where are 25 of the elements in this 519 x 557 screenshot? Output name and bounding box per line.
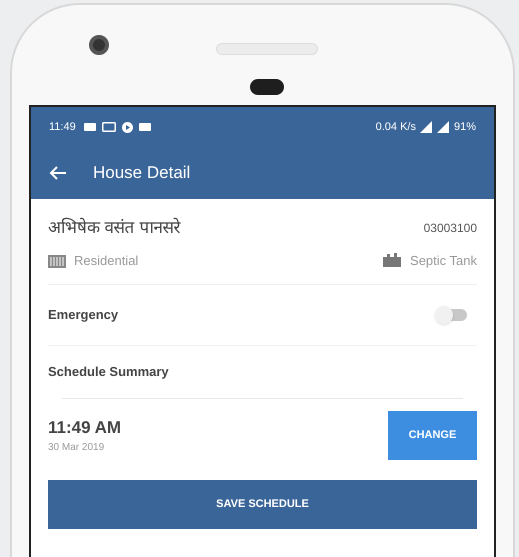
save-schedule-button[interactable]: SAVE SCHEDULE xyxy=(48,480,477,528)
camera-icon xyxy=(89,35,109,55)
schedule-time: 11:49 AM xyxy=(48,416,122,439)
signal-icon xyxy=(436,121,449,133)
schedule-date: 30 Mar 2019 xyxy=(48,441,106,456)
battery-level: 91% xyxy=(454,120,476,135)
notification-icon xyxy=(84,123,96,131)
sanitation-type: Septic Tank xyxy=(410,252,477,270)
house-type: Residential xyxy=(74,252,138,270)
schedule-heading: Schedule Summary xyxy=(48,364,169,378)
play-icon xyxy=(122,122,133,132)
tank-icon xyxy=(382,253,402,268)
sensor-icon xyxy=(250,79,284,95)
status-time: 11:49 xyxy=(49,120,76,135)
back-arrow-icon[interactable] xyxy=(49,165,67,181)
network-speed: 0.04 K/s xyxy=(376,120,416,135)
image-icon xyxy=(102,122,116,132)
change-button[interactable]: CHANGE xyxy=(388,410,477,460)
signal-icon xyxy=(420,121,432,133)
house-number: 03003100 xyxy=(424,220,477,237)
owner-name: अभिषेक वसंत पानसरे xyxy=(48,216,180,239)
building-icon xyxy=(48,252,66,268)
emergency-label: Emergency xyxy=(48,306,118,324)
screen-title: House Detail xyxy=(93,162,190,184)
notification-icon xyxy=(138,123,151,131)
